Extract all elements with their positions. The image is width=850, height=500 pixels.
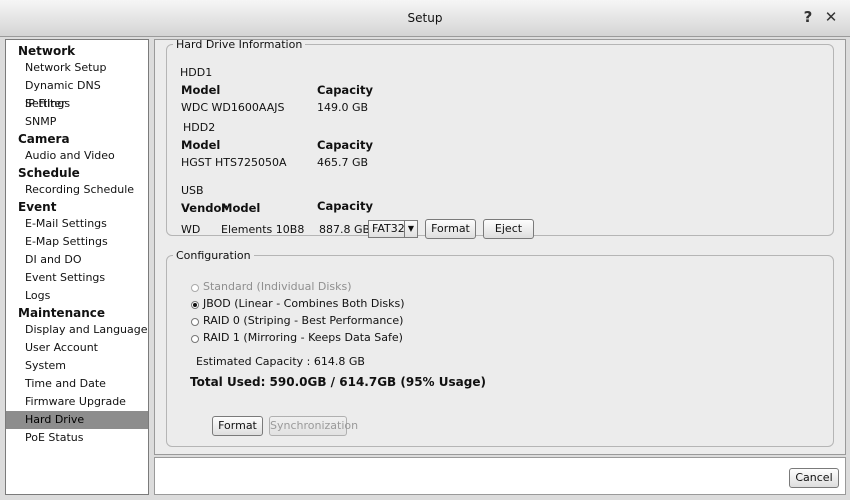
help-icon[interactable]: ? bbox=[799, 8, 817, 26]
sidebar-item-recording-schedule[interactable]: Recording Schedule bbox=[6, 181, 148, 199]
hdd-info-group: Hard Drive Information HDD1 Model Capaci… bbox=[166, 38, 834, 239]
chevron-down-icon[interactable]: ▼ bbox=[404, 221, 417, 237]
sidebar-item-logs[interactable]: Logs bbox=[6, 287, 148, 305]
configuration-legend: Configuration bbox=[176, 249, 251, 262]
usb-model-header: Model bbox=[221, 201, 261, 215]
usb-format-button[interactable]: Format bbox=[425, 219, 476, 239]
bottom-bar: Cancel bbox=[154, 457, 846, 495]
sidebar-section-event: Event bbox=[18, 200, 57, 214]
usb-capacity: 887.8 GB bbox=[319, 223, 371, 236]
radio-jbod-label: JBOD (Linear - Combines Both Disks) bbox=[203, 297, 405, 310]
hdd2-model: HGST HTS725050A bbox=[181, 156, 287, 169]
sidebar-item-di-do[interactable]: DI and DO bbox=[6, 251, 148, 269]
radio-raid0-label: RAID 0 (Striping - Best Performance) bbox=[203, 314, 404, 327]
filesystem-select[interactable]: FAT32 ▼ bbox=[368, 220, 418, 238]
sidebar-item-display-language[interactable]: Display and Language bbox=[6, 321, 148, 339]
sidebar-section-network: Network bbox=[18, 44, 76, 58]
usb-model: Elements 10B8 bbox=[221, 223, 305, 236]
window-title: Setup bbox=[407, 11, 443, 25]
usb-vendor: WD bbox=[181, 223, 201, 236]
hdd-info-legend: Hard Drive Information bbox=[176, 38, 303, 51]
sidebar-item-system[interactable]: System bbox=[6, 357, 148, 375]
sidebar-item-hard-drive[interactable]: Hard Drive bbox=[6, 411, 148, 429]
sidebar-section-schedule: Schedule bbox=[18, 166, 80, 180]
configuration-group: Configuration Standard (Individual Disks… bbox=[166, 249, 834, 447]
sidebar-item-network-setup[interactable]: Network Setup bbox=[6, 59, 148, 77]
sidebar-item-dynamic-dns[interactable]: Dynamic DNS Settings bbox=[6, 77, 148, 110]
title-bar: Setup ? ✕ bbox=[0, 0, 850, 37]
sidebar: Network Network Setup Dynamic DNS Settin… bbox=[5, 39, 149, 495]
radio-raid1[interactable] bbox=[191, 335, 199, 343]
usb-label: USB bbox=[181, 184, 204, 197]
cancel-button[interactable]: Cancel bbox=[789, 468, 839, 488]
synchronization-button[interactable]: Synchronization bbox=[269, 416, 358, 436]
main-panel: Hard Drive Information HDD1 Model Capaci… bbox=[154, 38, 846, 455]
usb-eject-button[interactable]: Eject bbox=[483, 219, 534, 239]
sidebar-item-time-date[interactable]: Time and Date bbox=[6, 375, 148, 393]
hdd2-label: HDD2 bbox=[183, 121, 216, 134]
radio-standard-label: Standard (Individual Disks) bbox=[203, 280, 352, 293]
sidebar-item-poe-status[interactable]: PoE Status bbox=[6, 429, 148, 447]
sidebar-item-snmp[interactable]: SNMP bbox=[6, 113, 148, 131]
radio-jbod[interactable] bbox=[191, 301, 199, 309]
estimated-capacity: Estimated Capacity : 614.8 GB bbox=[196, 355, 365, 368]
sidebar-item-user-account[interactable]: User Account bbox=[6, 339, 148, 357]
close-icon[interactable]: ✕ bbox=[822, 8, 840, 26]
hdd1-label: HDD1 bbox=[180, 66, 213, 79]
sidebar-section-camera: Camera bbox=[18, 132, 70, 146]
hdd1-model: WDC WD1600AAJS bbox=[181, 101, 285, 114]
sidebar-section-maintenance: Maintenance bbox=[18, 306, 106, 320]
hdd2-capacity: 465.7 GB bbox=[317, 156, 369, 169]
sidebar-item-firmware-upgrade[interactable]: Firmware Upgrade bbox=[6, 393, 148, 411]
sidebar-item-ip-filter[interactable]: IP Filter bbox=[6, 95, 148, 113]
setup-window: Setup ? ✕ Network Network Setup Dynamic … bbox=[0, 0, 850, 500]
hdd1-capacity-header: Capacity bbox=[317, 83, 373, 97]
total-used: Total Used: 590.0GB / 614.7GB (95% Usage… bbox=[190, 375, 486, 389]
radio-raid1-label: RAID 1 (Mirroring - Keeps Data Safe) bbox=[203, 331, 403, 344]
sidebar-item-email-settings[interactable]: E-Mail Settings bbox=[6, 215, 148, 233]
hdd1-capacity: 149.0 GB bbox=[317, 101, 369, 114]
config-format-button[interactable]: Format bbox=[212, 416, 263, 436]
radio-standard[interactable] bbox=[191, 284, 199, 292]
hdd2-model-header: Model bbox=[181, 138, 221, 152]
filesystem-value: FAT32 bbox=[372, 222, 405, 235]
sidebar-item-event-settings[interactable]: Event Settings bbox=[6, 269, 148, 287]
radio-raid0[interactable] bbox=[191, 318, 199, 326]
hdd1-model-header: Model bbox=[181, 83, 221, 97]
sidebar-item-emap-settings[interactable]: E-Map Settings bbox=[6, 233, 148, 251]
hdd2-capacity-header: Capacity bbox=[317, 138, 373, 152]
sidebar-item-audio-video[interactable]: Audio and Video bbox=[6, 147, 148, 165]
usb-capacity-header: Capacity bbox=[317, 199, 373, 213]
